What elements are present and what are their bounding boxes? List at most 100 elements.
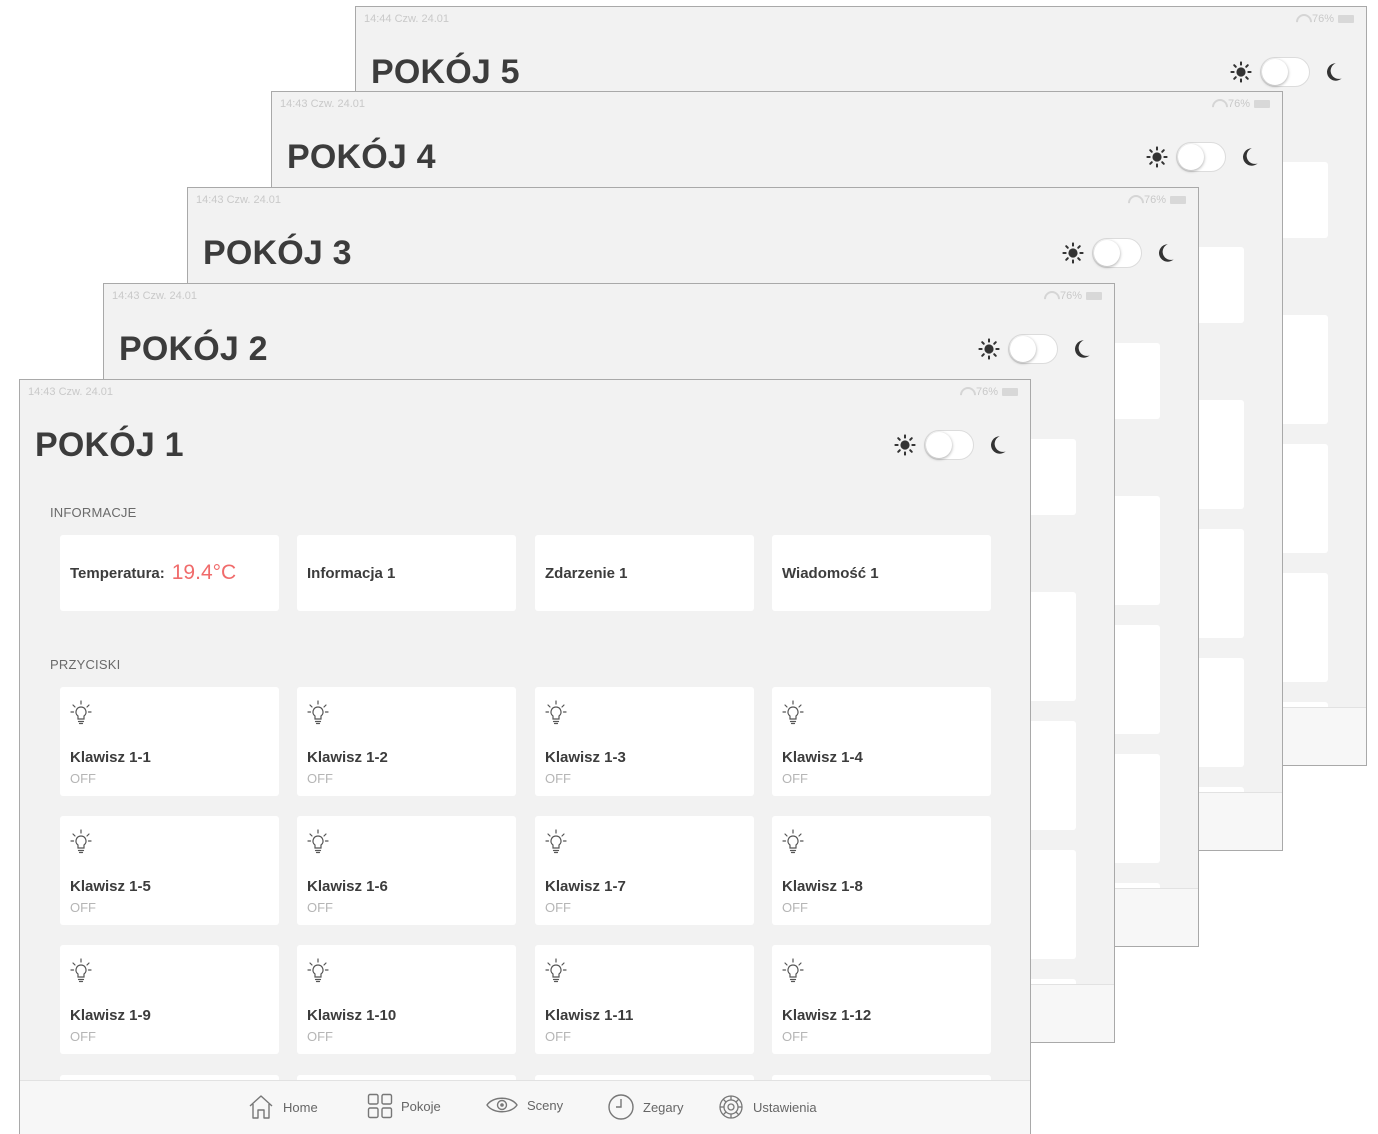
battery-icon — [1338, 15, 1354, 23]
battery-percent: 76% — [1143, 194, 1166, 206]
switch-button-name: Klawisz 1-12 — [782, 1007, 872, 1024]
day-night-toggle[interactable] — [1062, 237, 1176, 269]
switch-button-name: Klawisz 1-6 — [307, 878, 388, 895]
battery-icon — [1170, 196, 1186, 204]
status-time-date: 14:43 Czw. 24.01 — [28, 386, 114, 398]
switch-button-card[interactable]: Klawisz 1-6 OFF — [297, 816, 516, 925]
status-bar: 14:43 Czw. 24.01 76% — [110, 290, 1102, 304]
temperature-card[interactable]: Temperatura: 19.4°C — [60, 535, 279, 611]
wifi-icon — [1044, 291, 1056, 301]
wifi-icon — [960, 387, 972, 397]
theme-switch[interactable] — [1008, 334, 1058, 364]
wifi-icon — [1296, 14, 1308, 24]
page-title: POKÓJ 4 — [287, 138, 436, 176]
switch-button-card[interactable]: Klawisz 1-3 OFF — [535, 687, 754, 796]
switch-button-name: Klawisz 1-7 — [545, 878, 626, 895]
event-card[interactable]: Zdarzenie 1 — [535, 535, 754, 611]
switch-button-state: OFF — [782, 771, 808, 786]
page-title: POKÓJ 5 — [371, 53, 520, 91]
status-bar: 14:43 Czw. 24.01 76% — [26, 386, 1018, 400]
status-time-date: 14:44 Czw. 24.01 — [364, 13, 450, 25]
info-card-label: Informacja 1 — [307, 564, 396, 582]
switch-button-card[interactable]: Klawisz 1-7 OFF — [535, 816, 754, 925]
home-icon — [249, 1095, 273, 1119]
eye-icon — [486, 1097, 518, 1113]
battery-percent: 76% — [1059, 290, 1082, 302]
moon-icon — [991, 436, 1006, 454]
switch-button-state: OFF — [307, 771, 333, 786]
status-time-date: 14:43 Czw. 24.01 — [112, 290, 198, 302]
battery-icon — [1254, 100, 1270, 108]
lightbulb-icon — [307, 700, 329, 725]
message-card-label: Wiadomość 1 — [782, 564, 879, 582]
wifi-icon — [1128, 195, 1140, 205]
tab-rooms[interactable]: Pokoje — [367, 1093, 441, 1119]
info-section-label: INFORMACJE — [50, 505, 137, 520]
lightbulb-icon — [70, 700, 92, 725]
switch-button-state: OFF — [545, 900, 571, 915]
sun-icon — [894, 434, 916, 456]
moon-icon — [1243, 148, 1258, 166]
tab-home[interactable]: Home — [247, 1093, 318, 1121]
theme-switch[interactable] — [924, 430, 974, 460]
switch-button-state: OFF — [545, 1029, 571, 1044]
clock-icon — [608, 1094, 634, 1120]
temperature-value: 19.4°C — [171, 561, 237, 584]
day-night-toggle[interactable] — [978, 333, 1092, 365]
temperature-label: Temperatura: — [70, 564, 165, 582]
lightbulb-icon — [307, 958, 329, 983]
moon-icon — [1159, 244, 1174, 262]
switch-button-name: Klawisz 1-9 — [70, 1007, 151, 1024]
switch-button-name: Klawisz 1-1 — [70, 749, 151, 766]
page-title: POKÓJ 3 — [203, 234, 352, 272]
switch-button-card[interactable]: Klawisz 1-5 OFF — [60, 816, 279, 925]
switch-button-state: OFF — [307, 900, 333, 915]
switch-button-name: Klawisz 1-8 — [782, 878, 863, 895]
theme-switch[interactable] — [1176, 142, 1226, 172]
switch-button-card[interactable]: Klawisz 1-4 OFF — [772, 687, 991, 796]
switch-button-card[interactable]: Klawisz 1-10 OFF — [297, 945, 516, 1054]
info-card[interactable]: Informacja 1 — [297, 535, 516, 611]
lightbulb-icon — [782, 829, 804, 854]
sun-icon — [1146, 146, 1168, 168]
lightbulb-icon — [307, 829, 329, 854]
battery-percent: 76% — [975, 386, 998, 398]
switch-button-name: Klawisz 1-11 — [545, 1007, 634, 1024]
switch-button-card[interactable]: Klawisz 1-9 OFF — [60, 945, 279, 1054]
switch-button-card[interactable]: Klawisz 1-2 OFF — [297, 687, 516, 796]
tab-home-label: Home — [283, 1099, 318, 1115]
status-bar: 14:44 Czw. 24.01 76% — [362, 13, 1354, 27]
tab-clocks-label: Zegary — [643, 1099, 684, 1115]
battery-icon — [1086, 292, 1102, 300]
tab-settings[interactable]: Ustawienia — [717, 1093, 817, 1121]
page-title: POKÓJ 1 — [35, 426, 184, 464]
switch-button-card[interactable]: Klawisz 1-8 OFF — [772, 816, 991, 925]
page-title: POKÓJ 2 — [119, 330, 268, 368]
moon-icon — [1327, 63, 1342, 81]
switch-button-state: OFF — [545, 771, 571, 786]
status-bar: 14:43 Czw. 24.01 76% — [194, 194, 1186, 208]
switch-button-card[interactable]: Klawisz 1-11 OFF — [535, 945, 754, 1054]
tab-clocks[interactable]: Zegary — [607, 1093, 683, 1121]
battery-icon — [1002, 388, 1018, 396]
tab-scenes[interactable]: Sceny — [485, 1093, 563, 1117]
switch-button-card[interactable]: Klawisz 1-1 OFF — [60, 687, 279, 796]
message-card[interactable]: Wiadomość 1 — [772, 535, 991, 611]
grid-icon — [367, 1093, 393, 1119]
switch-button-state: OFF — [70, 1029, 96, 1044]
theme-switch[interactable] — [1092, 238, 1142, 268]
day-night-toggle[interactable] — [894, 429, 1008, 461]
battery-percent: 76% — [1311, 13, 1334, 25]
switch-button-state: OFF — [307, 1029, 333, 1044]
gear-icon — [719, 1095, 743, 1119]
tab-rooms-label: Pokoje — [401, 1098, 441, 1114]
sun-icon — [1230, 61, 1252, 83]
room-screen-1: 14:43 Czw. 24.01 76% POKÓJ 1 INFORMACJE … — [19, 379, 1031, 1134]
day-night-toggle[interactable] — [1230, 56, 1344, 88]
theme-switch[interactable] — [1260, 57, 1310, 87]
battery-percent: 76% — [1227, 98, 1250, 110]
day-night-toggle[interactable] — [1146, 141, 1260, 173]
sun-icon — [978, 338, 1000, 360]
switch-button-card[interactable]: Klawisz 1-12 OFF — [772, 945, 991, 1054]
status-time-date: 14:43 Czw. 24.01 — [196, 194, 282, 206]
